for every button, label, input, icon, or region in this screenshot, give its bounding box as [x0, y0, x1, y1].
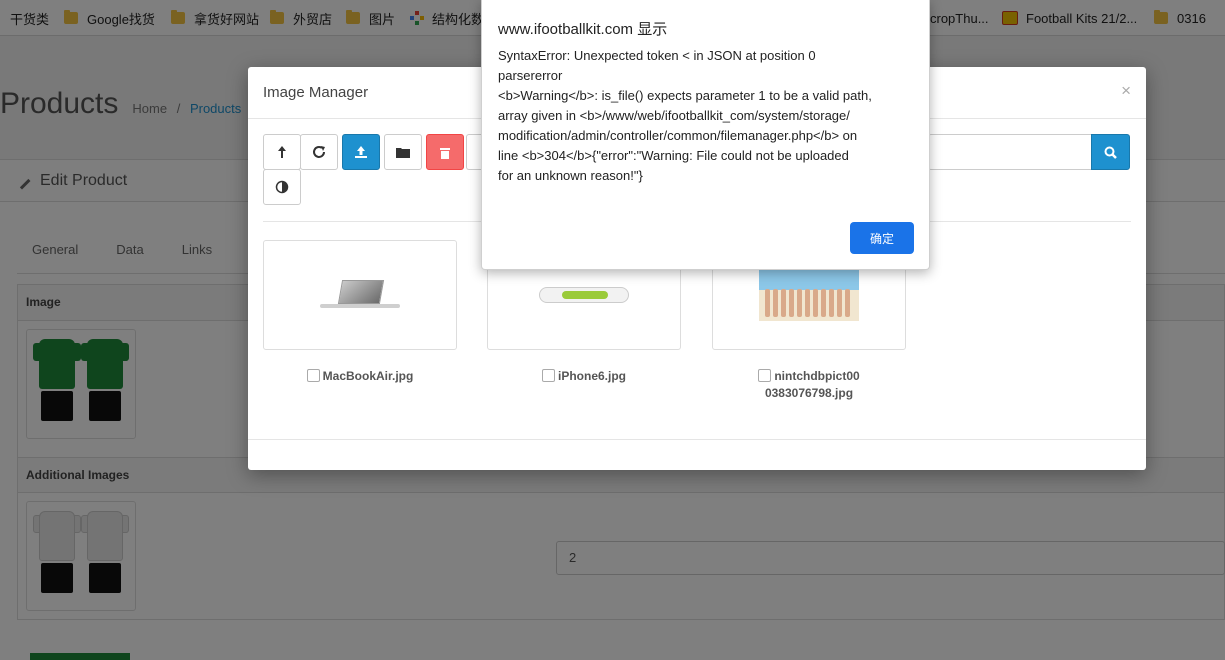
alert-line: for an unknown reason!"} — [498, 168, 643, 183]
file-label: iPhone6.jpg — [487, 368, 681, 385]
alert-line: line <b>304</b>{"error":"Warning: File c… — [498, 148, 849, 163]
trash-icon — [440, 147, 450, 159]
refresh-icon — [313, 146, 325, 158]
search-button[interactable] — [1091, 134, 1130, 170]
file-thumb-macbookair[interactable] — [263, 240, 457, 350]
close-icon[interactable]: × — [1121, 81, 1131, 101]
file-name[interactable]: MacBookAir.jpg — [323, 369, 414, 383]
file-name[interactable]: iPhone6.jpg — [558, 369, 626, 383]
alert-line: parsererror — [498, 68, 563, 83]
modal-title: Image Manager — [263, 84, 369, 101]
macbook-image — [320, 280, 400, 310]
parent-button[interactable] — [263, 134, 301, 170]
search-icon — [1104, 146, 1117, 159]
file-name-line2[interactable]: 0383076798.jpg — [765, 386, 853, 400]
alert-line: modification/admin/controller/common/fil… — [498, 128, 858, 143]
ok-button[interactable]: 确定 — [850, 222, 914, 254]
level-up-icon — [278, 146, 286, 158]
search-input[interactable] — [928, 134, 1091, 170]
alert-line: SyntaxError: Unexpected token < in JSON … — [498, 48, 816, 63]
upload-icon — [355, 146, 367, 158]
alert-message: SyntaxError: Unexpected token < in JSON … — [498, 46, 918, 186]
refresh-button[interactable] — [300, 134, 338, 170]
alert-line: <b>Warning</b>: is_file() expects parame… — [498, 88, 872, 103]
toggle-button[interactable] — [263, 169, 301, 205]
modal-footer-divider — [248, 439, 1146, 440]
delete-button[interactable] — [426, 134, 464, 170]
file-label: MacBookAir.jpg — [263, 368, 457, 385]
file-name-line1[interactable]: nintchdbpict00 — [774, 369, 859, 383]
new-folder-button[interactable] — [384, 134, 422, 170]
file-checkbox[interactable] — [541, 369, 555, 382]
upload-button[interactable] — [342, 134, 380, 170]
file-checkbox[interactable] — [758, 369, 772, 382]
file-checkbox[interactable] — [306, 369, 320, 382]
beach-group-photo — [759, 269, 859, 321]
folder-icon — [396, 148, 410, 158]
file-label: nintchdbpict00 0383076798.jpg — [712, 368, 906, 402]
adjust-icon — [275, 180, 289, 194]
alert-line: array given in <b>/www/web/ifootballkit_… — [498, 108, 850, 123]
iphone-image — [539, 287, 629, 303]
alert-title: www.ifootballkit.com 显示 — [498, 21, 668, 38]
browser-alert-dialog: www.ifootballkit.com 显示 SyntaxError: Une… — [481, 0, 930, 270]
